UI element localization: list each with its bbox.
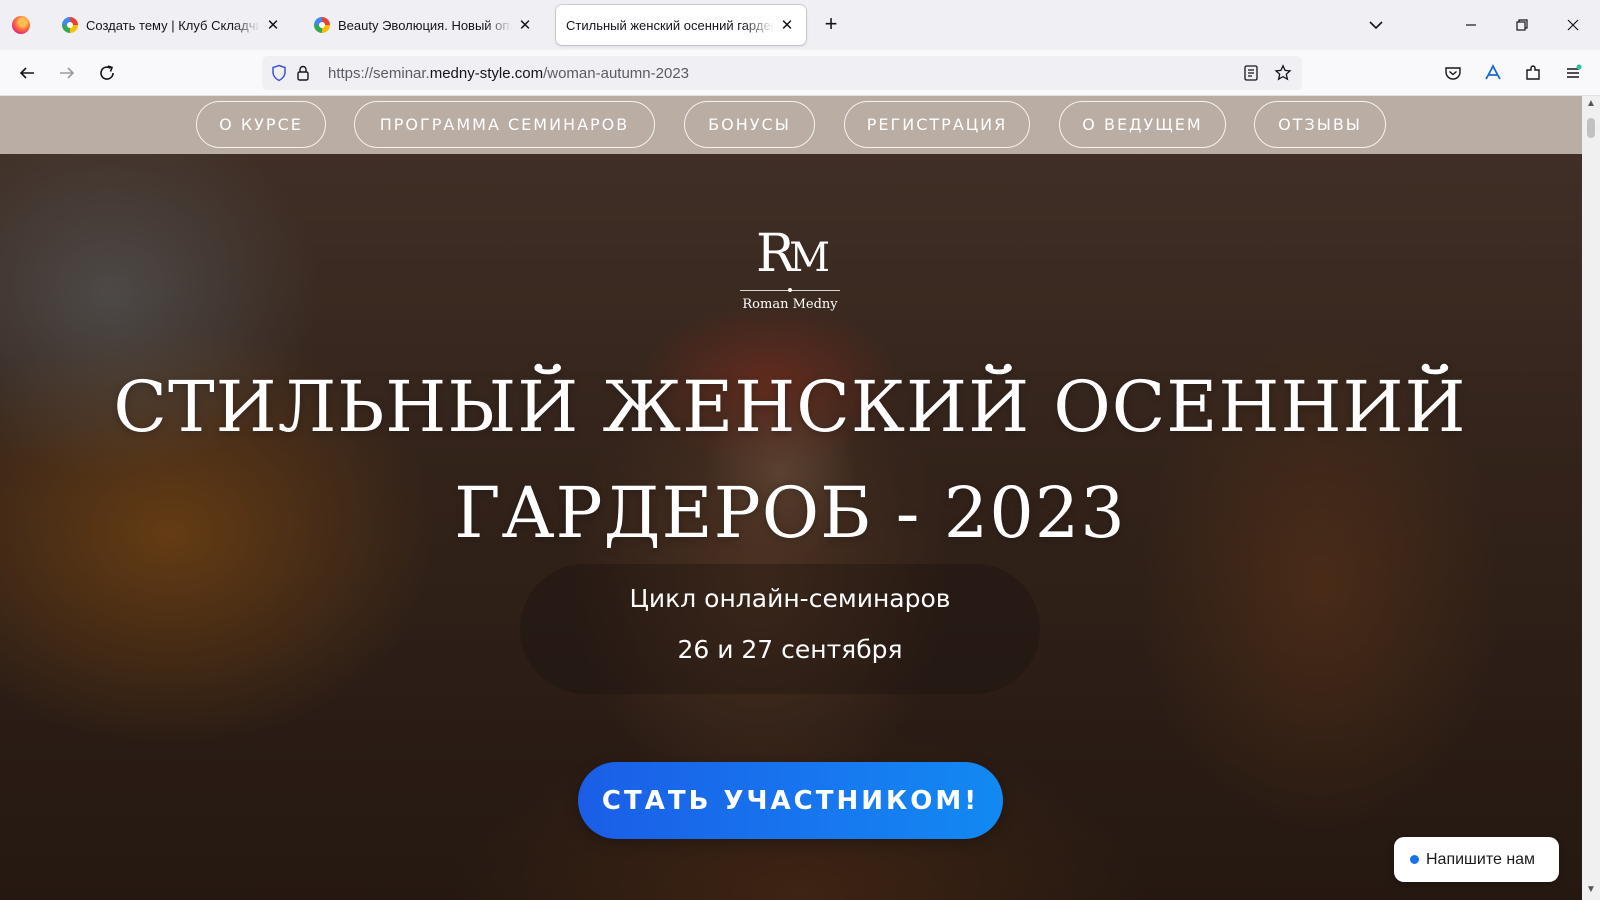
url-text[interactable]: https://seminar.medny-style.com/woman-au… (328, 65, 689, 82)
logo-divider (740, 288, 840, 292)
tab-title: Стильный женский осенний гардероб - 2023 (566, 17, 774, 33)
nav-toolbar: https://seminar.medny-style.com/woman-au… (0, 50, 1600, 96)
close-window-button[interactable] (1550, 8, 1596, 42)
url-prefix: https://seminar. (328, 65, 430, 82)
tab-active-seminar[interactable]: Стильный женский осенний гардероб - 2023… (556, 5, 806, 45)
hamburger-menu-icon (1567, 64, 1582, 78)
firefox-icon[interactable] (12, 16, 30, 34)
become-participant-button[interactable]: СТАТЬ УЧАСТНИКОМ! (578, 762, 1003, 839)
nav-about-host[interactable]: О ВЕДУЩЕМ (1059, 101, 1226, 148)
reload-icon (100, 65, 114, 80)
logo-letter-m: M (789, 235, 830, 281)
forward-arrow-icon (60, 67, 75, 79)
pocket-button[interactable] (1438, 58, 1468, 88)
logo-monogram: RM (720, 226, 860, 286)
reader-view-icon[interactable] (1242, 64, 1260, 82)
url-domain: medny-style.com (429, 65, 544, 82)
restore-icon (1516, 19, 1528, 31)
nav-reviews[interactable]: ОТЗЫВЫ (1254, 101, 1386, 148)
tab-beauty[interactable]: Beauty Эволюция. Новый опыт ✕ (304, 5, 544, 45)
tab-bar: Создать тему | Клуб Складчик ✕ Beauty Эв… (0, 0, 1600, 50)
acrobat-extension-icon (1485, 64, 1501, 80)
pocket-icon (1445, 67, 1461, 80)
logo-letter-r: R (755, 224, 795, 284)
nav-seminar-program[interactable]: ПРОГРАММА СЕМИНАРОВ (354, 101, 655, 148)
title-line-2: ГАРДЕРОБ - 2023 (454, 472, 1126, 554)
brand-logo[interactable]: RM Roman Medny (720, 226, 860, 312)
back-button[interactable] (12, 58, 42, 88)
chat-widget-button[interactable]: Напишите нам (1394, 837, 1559, 882)
chat-status-dot (1410, 855, 1419, 864)
back-arrow-icon (19, 67, 34, 79)
title-line-1: СТИЛЬНЫЙ ЖЕНСКИЙ ОСЕННИЙ (113, 366, 1467, 448)
bookmark-star-icon[interactable] (1274, 64, 1292, 82)
page-title: СТИЛЬНЫЙ ЖЕНСКИЙ ОСЕННИЙ ГАРДЕРОБ - 2023 (60, 354, 1520, 566)
nav-bonuses[interactable]: БОНУСЫ (684, 101, 815, 148)
address-bar[interactable]: https://seminar.medny-style.com/woman-au… (262, 56, 1302, 90)
close-icon (1567, 19, 1579, 31)
scroll-down-arrow-icon[interactable]: ▼ (1585, 884, 1597, 896)
scrollbar-thumb[interactable] (1587, 118, 1595, 138)
lock-icon[interactable] (294, 64, 312, 82)
minimize-icon (1466, 24, 1476, 26)
new-tab-button[interactable]: + (818, 12, 844, 38)
event-dates: 26 и 27 сентября (677, 635, 903, 664)
tab-sklad[interactable]: Создать тему | Клуб Складчик ✕ (52, 5, 292, 45)
forward-button[interactable] (52, 58, 82, 88)
close-tab-icon[interactable]: ✕ (516, 16, 534, 34)
scroll-up-arrow-icon[interactable]: ▲ (1585, 98, 1597, 110)
extensions-button[interactable] (1518, 58, 1548, 88)
extension-button[interactable] (1478, 58, 1508, 88)
list-all-tabs-icon[interactable] (1365, 14, 1387, 36)
nav-registration[interactable]: РЕГИСТРАЦИЯ (844, 101, 1030, 148)
tab-favicon-icon (314, 17, 330, 33)
reload-button[interactable] (92, 58, 122, 88)
close-tab-icon[interactable]: ✕ (264, 16, 282, 34)
nav-about-course[interactable]: О КУРСЕ (196, 101, 326, 148)
site-navigation: О КУРСЕ ПРОГРАММА СЕМИНАРОВ БОНУСЫ РЕГИС… (0, 96, 1582, 154)
url-path: /woman-autumn-2023 (543, 65, 690, 82)
tab-favicon-icon (62, 17, 78, 33)
tab-title: Beauty Эволюция. Новый опыт (338, 17, 512, 33)
logo-name: Roman Medny (742, 297, 838, 312)
tab-title: Создать тему | Клуб Складчик (86, 17, 260, 33)
restore-button[interactable] (1499, 8, 1545, 42)
chat-label: Напишите нам (1426, 850, 1536, 868)
puzzle-icon (1526, 65, 1540, 80)
shield-icon[interactable] (270, 64, 288, 82)
minimize-button[interactable] (1448, 8, 1494, 42)
close-tab-icon[interactable]: ✕ (778, 16, 796, 34)
subtitle: Цикл онлайн-семинаров (629, 584, 951, 613)
page-scrollbar[interactable]: ▲ ▼ (1582, 96, 1600, 900)
app-menu-button[interactable] (1558, 58, 1588, 88)
